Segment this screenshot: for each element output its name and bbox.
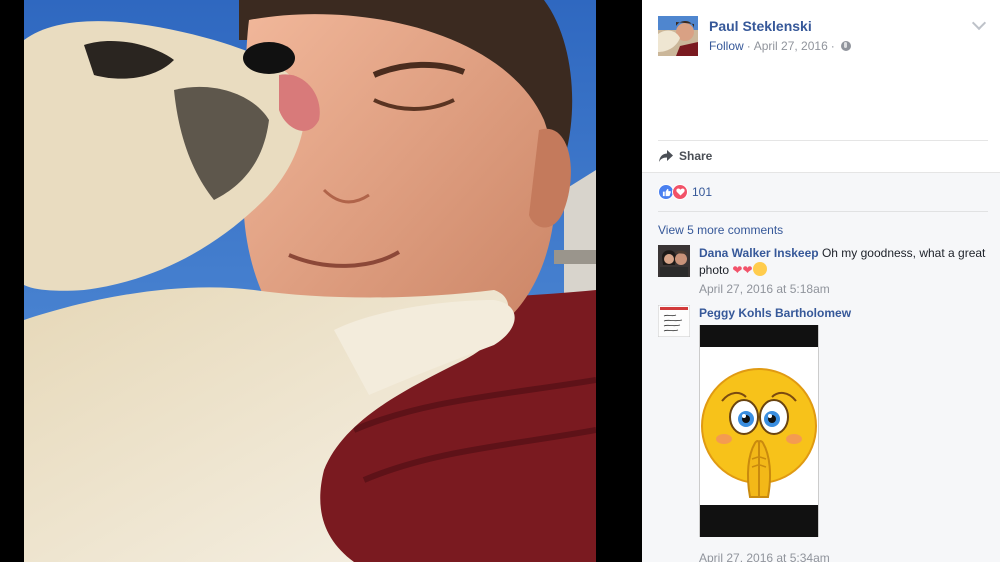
comment-author[interactable]: Dana Walker Inskeep: [699, 246, 819, 260]
smile-emoji-icon: [752, 262, 767, 276]
praying-emoji-icon: [701, 368, 817, 498]
post-header: Paul Steklenski Follow · April 27, 2016 …: [658, 14, 988, 58]
comment: Peggy Kohls Bartholomew April 27, 2016 a…: [658, 305, 988, 562]
commenter-avatar-image: [658, 245, 690, 277]
reaction-count[interactable]: 101: [692, 185, 712, 199]
comment: Dana Walker Inskeep Oh my goodness, what…: [658, 245, 988, 299]
follow-link[interactable]: Follow: [709, 39, 744, 53]
post-photo[interactable]: [24, 0, 596, 562]
heart-emoji-icon: ❤: [742, 263, 753, 277]
author-avatar-image: [658, 16, 698, 56]
heart-emoji-icon: ❤: [732, 263, 743, 277]
sticker-letterbox: [700, 325, 818, 347]
meta-separator: ·: [746, 39, 751, 53]
post-date[interactable]: April 27, 2016: [754, 39, 828, 53]
meta-separator: ·: [830, 39, 835, 53]
photo-viewer: [0, 0, 642, 562]
view-more-comments-link[interactable]: View 5 more comments: [658, 223, 783, 237]
globe-icon[interactable]: [840, 41, 851, 51]
comment-body: Dana Walker Inskeep Oh my goodness, what…: [699, 245, 988, 298]
divider: [658, 211, 988, 212]
comment-timestamp[interactable]: April 27, 2016 at 5:34am: [699, 551, 830, 562]
author-name[interactable]: Paul Steklenski: [709, 18, 812, 34]
comment-sticker[interactable]: [699, 325, 819, 537]
reactions-summary[interactable]: 101: [658, 183, 712, 201]
commenter-avatar[interactable]: [658, 245, 690, 277]
comments-section: 101 View 5 more comments Dana Walker Ins…: [642, 172, 1000, 562]
commenter-avatar[interactable]: [658, 305, 690, 337]
share-label: Share: [679, 149, 713, 163]
post-side-panel: Paul Steklenski Follow · April 27, 2016 …: [642, 0, 1000, 562]
sticker-letterbox: [700, 505, 818, 537]
photo-man-and-puppy: [24, 0, 596, 562]
comment-author[interactable]: Peggy Kohls Bartholomew: [699, 306, 851, 320]
post-meta: Follow · April 27, 2016 ·: [709, 39, 851, 53]
commenter-avatar-image: [658, 305, 690, 337]
author-avatar[interactable]: [658, 16, 698, 56]
share-button[interactable]: Share: [658, 141, 988, 171]
comment-body: Peggy Kohls Bartholomew: [699, 305, 988, 322]
love-icon: [672, 184, 688, 200]
chevron-down-icon[interactable]: [971, 15, 987, 31]
share-arrow-icon: [659, 150, 673, 162]
comment-timestamp[interactable]: April 27, 2016 at 5:18am: [699, 281, 988, 298]
